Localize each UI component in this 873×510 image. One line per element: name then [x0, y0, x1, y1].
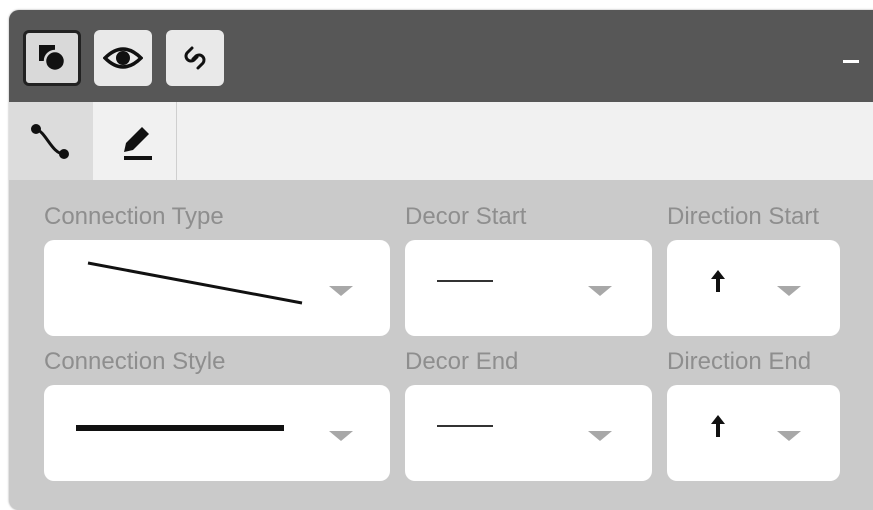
link-button[interactable]	[166, 30, 224, 86]
pencil-edit-icon	[123, 127, 152, 160]
chevron-down-icon	[329, 286, 353, 296]
thin-line-icon	[437, 280, 493, 282]
link-icon	[184, 46, 206, 70]
panel-header	[9, 10, 873, 102]
connection-type-label: Connection Type	[44, 203, 224, 230]
direction-start-select[interactable]	[667, 240, 840, 336]
minimize-icon[interactable]	[843, 60, 859, 63]
chevron-down-icon	[777, 286, 801, 296]
diagonal-line-icon	[87, 261, 303, 305]
tab-edit[interactable]	[93, 102, 177, 180]
tab-bar	[9, 102, 873, 180]
direction-start-label: Direction Start	[667, 203, 820, 230]
connection-type-select[interactable]	[44, 240, 390, 336]
decor-end-label: Decor End	[405, 348, 519, 375]
chevron-down-icon	[588, 286, 612, 296]
tab-connection[interactable]	[9, 102, 93, 180]
chevron-down-icon	[588, 431, 612, 441]
shapes-icon	[39, 45, 67, 73]
chevron-down-icon	[777, 431, 801, 441]
decor-start-select[interactable]	[405, 240, 652, 336]
connection-style-label: Connection Style	[44, 348, 226, 375]
visibility-button[interactable]	[94, 30, 152, 86]
decor-end-select[interactable]	[405, 385, 652, 481]
thin-line-icon	[437, 425, 493, 427]
up-arrow-icon	[711, 415, 725, 437]
direction-end-label: Direction End	[667, 348, 812, 375]
connection-style-select[interactable]	[44, 385, 390, 481]
connection-properties-panel: Connection Type Decor Start Direction St…	[9, 10, 873, 510]
chevron-down-icon	[329, 431, 353, 441]
shapes-button[interactable]	[23, 30, 81, 86]
decor-start-label: Decor Start	[405, 203, 527, 230]
thick-line-icon	[76, 425, 284, 431]
up-arrow-icon	[711, 270, 725, 292]
eye-icon	[103, 47, 143, 69]
direction-end-select[interactable]	[667, 385, 840, 481]
connection-curve-icon	[31, 124, 69, 159]
